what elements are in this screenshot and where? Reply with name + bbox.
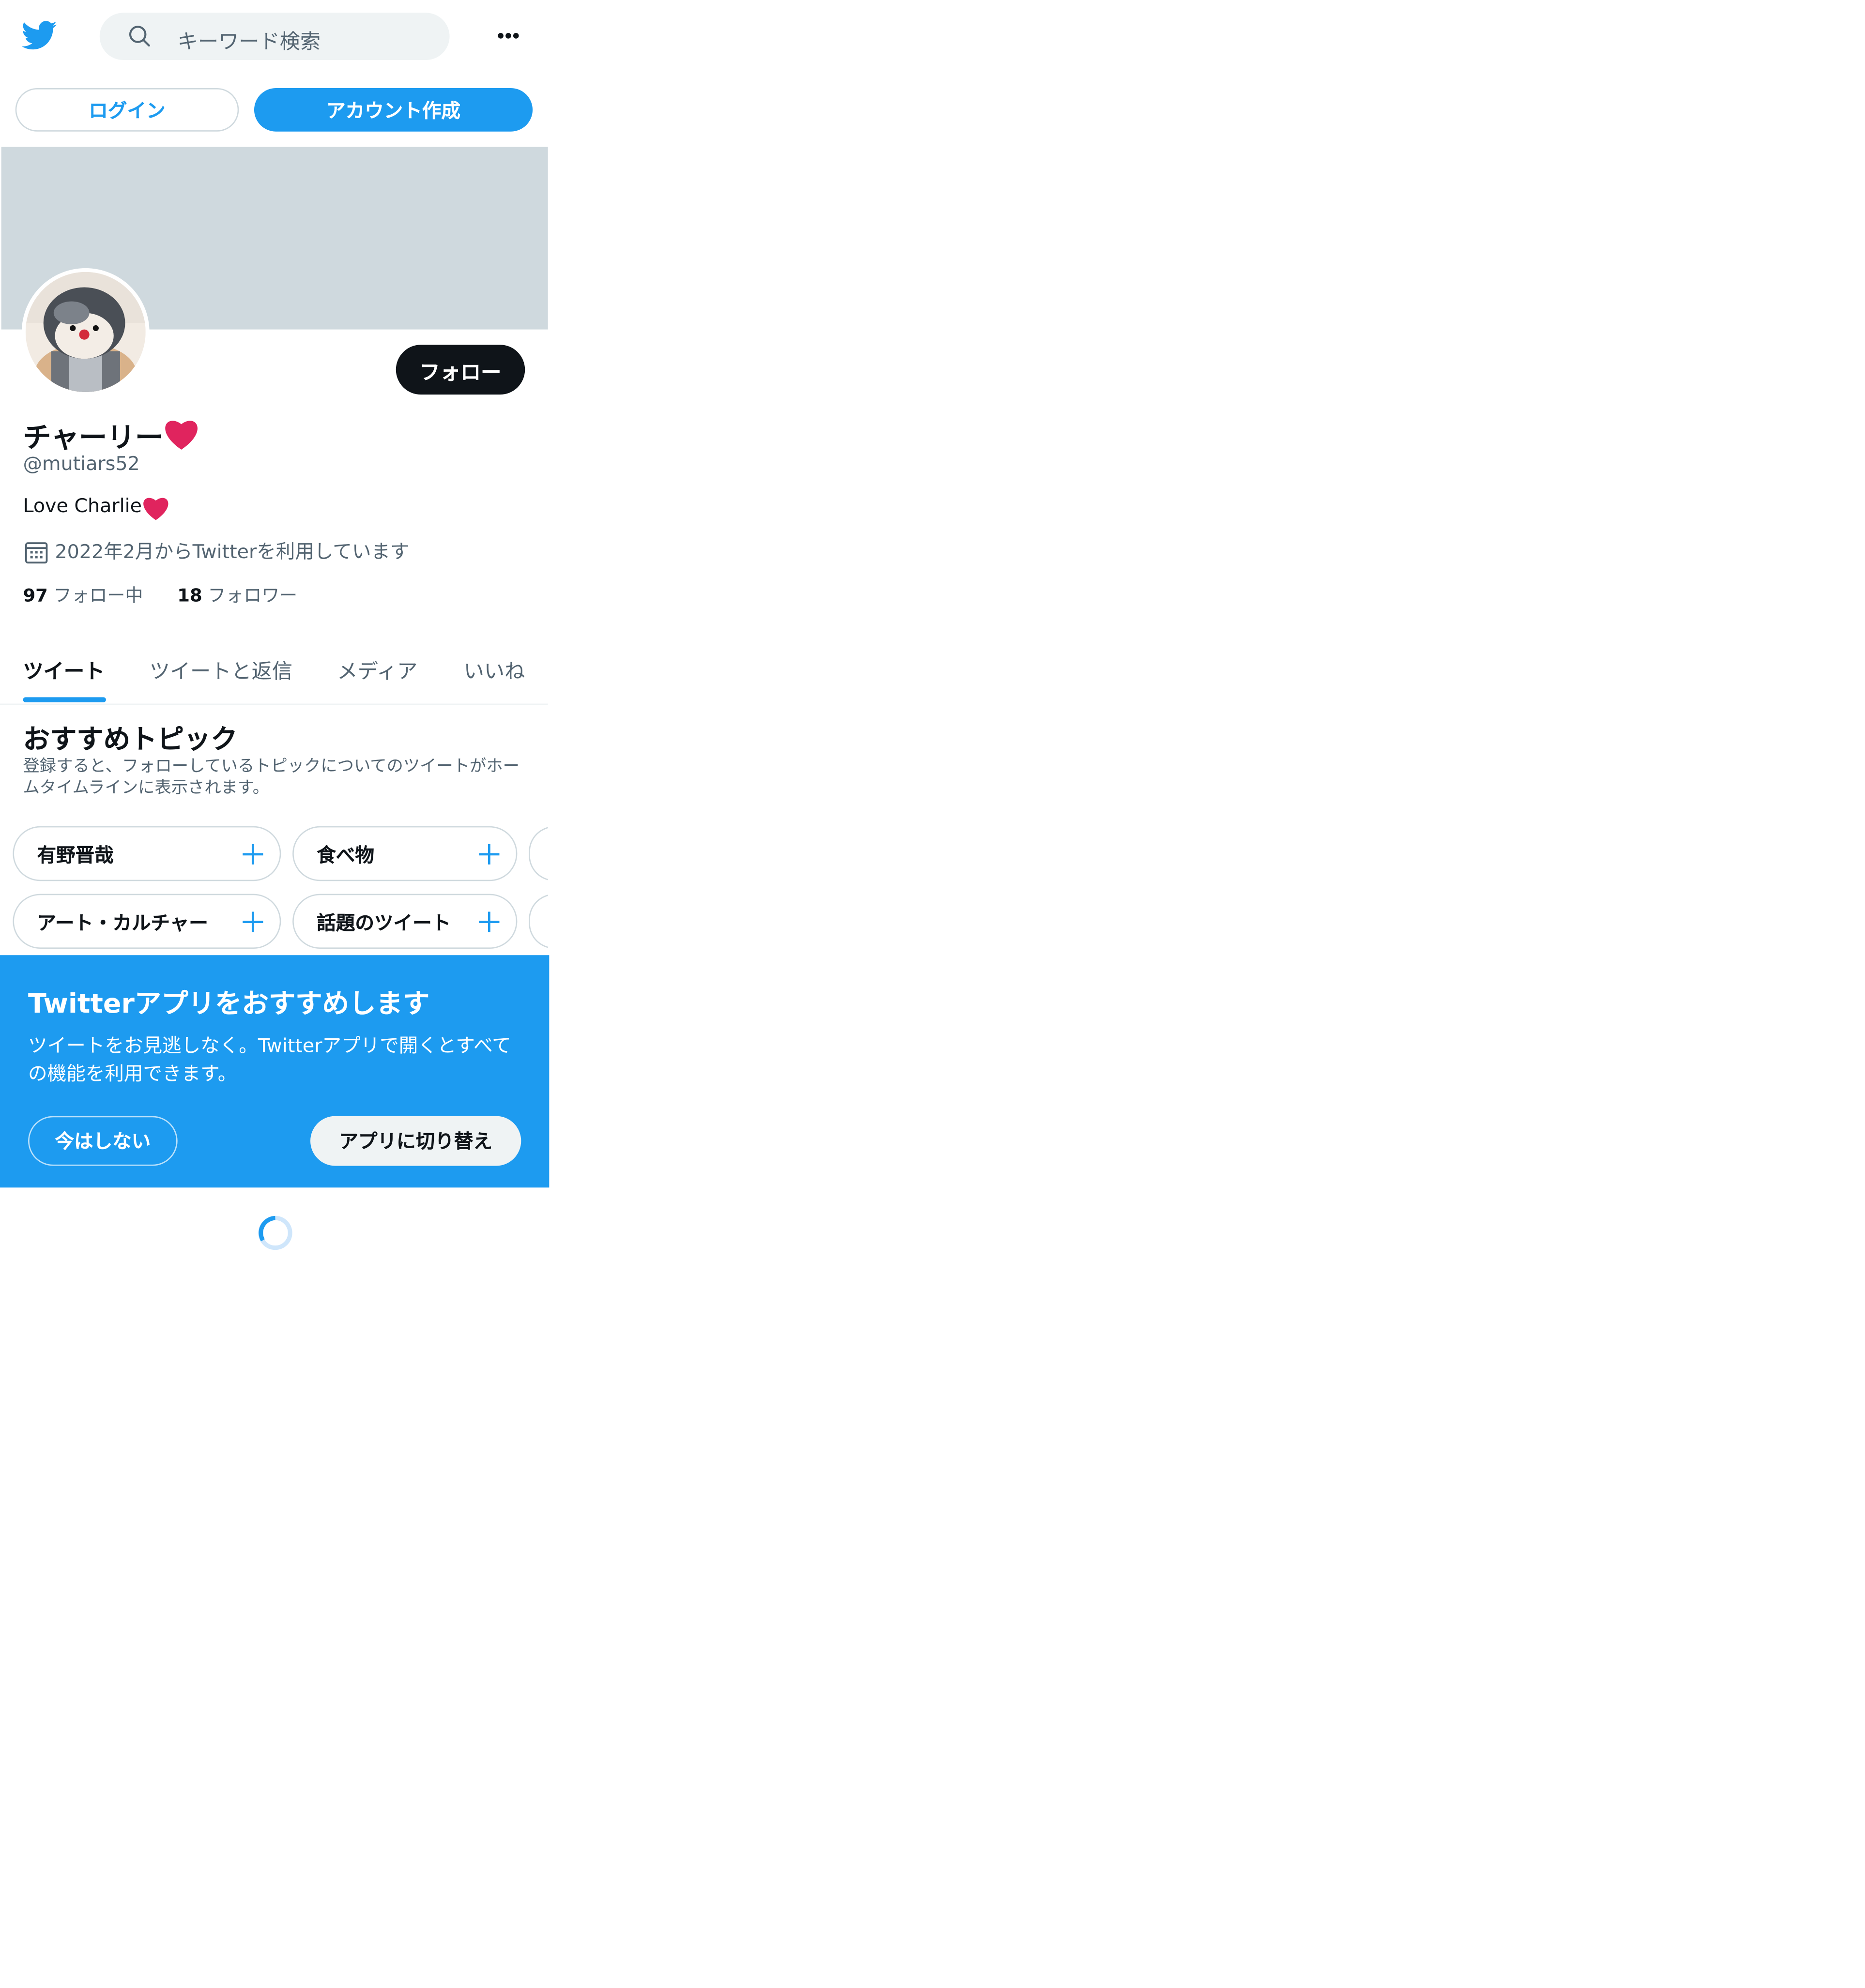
red-heart-emoji — [143, 498, 168, 520]
promo-title: Twitterアプリをおすすめします — [28, 988, 430, 1019]
calendar-icon — [25, 542, 48, 564]
topic-chip-label: 話題のツイート — [317, 911, 451, 935]
not-now-button[interactable]: 今はしない — [28, 1116, 178, 1166]
follow-button[interactable]: フォロー — [396, 345, 525, 395]
follow-stats: 97 フォロー中 18 フォロワー — [23, 582, 297, 608]
plus-icon[interactable] — [478, 843, 501, 865]
search-icon — [129, 26, 150, 47]
promo-body: ツイートをお見逃しなく。Twitterアプリで開くとすべての機能を利用できます。 — [28, 1034, 511, 1086]
join-date: 2022年2月からTwitterを利用しています — [55, 540, 410, 563]
login-button[interactable]: ログイン — [15, 88, 239, 132]
topic-chip[interactable]: アート・カルチャー — [13, 894, 281, 949]
switch-to-app-button[interactable]: アプリに切り替え — [310, 1116, 521, 1166]
plus-icon[interactable] — [242, 911, 264, 933]
followers-label: フォロワー — [208, 586, 298, 607]
twitter-bird-icon[interactable] — [21, 19, 58, 53]
search-input[interactable]: キーワード検索 — [99, 13, 450, 60]
scroll-clip — [548, 817, 599, 958]
username-handle: @mutiars52 — [23, 452, 140, 475]
tab-tweets[interactable]: ツイート — [23, 654, 105, 684]
topic-chip[interactable]: 有野晋哉 — [13, 826, 281, 881]
topic-chip-label: 有野晋哉 — [37, 844, 114, 867]
topic-chip-label: アート・カルチャー — [37, 911, 208, 935]
followers-count: 18 — [177, 586, 202, 607]
divider — [0, 703, 548, 705]
avatar[interactable] — [21, 268, 150, 396]
topics-heading: おすすめトピック — [23, 724, 238, 755]
tab-likes[interactable]: いいね — [464, 654, 525, 684]
app-promo-banner: Twitterアプリをおすすめします ツイートをお見逃しなく。Twitterアプ… — [0, 955, 550, 1188]
tab-media[interactable]: メディア — [337, 654, 417, 684]
red-heart-emoji — [165, 421, 198, 450]
followers-link[interactable]: 18 フォロワー — [177, 586, 297, 607]
bio-text: Love Charlie — [23, 494, 142, 517]
following-count: 97 — [23, 586, 48, 607]
loading-spinner — [258, 1215, 292, 1250]
plus-icon[interactable] — [478, 911, 501, 933]
more-horizontal-icon[interactable] — [489, 22, 527, 50]
tab-tweets-and-replies[interactable]: ツイートと返信 — [150, 654, 292, 684]
active-tab-indicator — [23, 697, 106, 702]
topic-chip[interactable]: 話題のツイート — [292, 894, 518, 949]
display-name: チャーリー — [23, 423, 164, 455]
following-label: フォロー中 — [53, 586, 143, 607]
topic-chip[interactable]: 食べ物 — [292, 826, 518, 881]
signup-button[interactable]: アカウント作成 — [254, 88, 533, 132]
topics-description: 登録すると、フォローしているトピックについてのツイートがホームタイムラインに表示… — [23, 757, 520, 798]
avatar-photo — [25, 272, 146, 392]
search-placeholder: キーワード検索 — [177, 29, 321, 54]
following-link[interactable]: 97 フォロー中 — [23, 586, 149, 607]
plus-icon[interactable] — [242, 843, 264, 865]
topic-chip-label: 食べ物 — [317, 844, 374, 867]
